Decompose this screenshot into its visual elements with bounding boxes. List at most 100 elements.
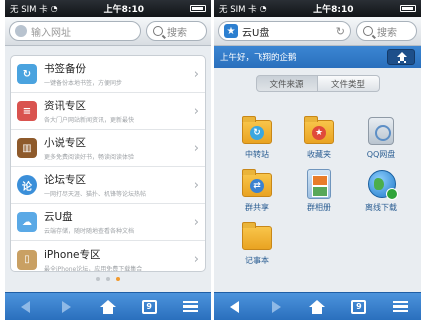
- home-screen: 无 SIM 卡 ◔ 上午8:10 输入网址 搜索 ↻ 书签备份 一键备份本地书签，方…: [5, 0, 211, 320]
- page-indicator[interactable]: [5, 277, 211, 281]
- list-item-novels[interactable]: ▥ 小说专区 更多免费阅读好书，畅读阅读体验 ›: [11, 130, 205, 167]
- chevron-right-icon: ›: [193, 252, 199, 267]
- back-button[interactable]: [224, 296, 246, 318]
- search-input[interactable]: 搜索: [146, 21, 207, 41]
- chevron-right-icon: ›: [193, 103, 199, 119]
- item-title: 小说专区: [44, 137, 86, 149]
- iphone-icon: ▯: [17, 249, 37, 270]
- folder-transfer[interactable]: ↻ 中转站: [234, 115, 280, 160]
- url-input[interactable]: 输入网址: [9, 21, 141, 41]
- list-item-cloud-drive[interactable]: ☁ 云U盘 云端存储，随时随地查看各种文档 ›: [11, 204, 205, 241]
- bottom-toolbar: 9: [214, 292, 421, 320]
- cloud-drive-icon: ☁: [17, 212, 37, 232]
- url-value: 云U盘: [242, 27, 270, 39]
- menu-button[interactable]: [179, 296, 201, 318]
- chevron-right-icon: ›: [193, 66, 199, 82]
- greeting-text: 上午好，飞翔的企鹅: [220, 53, 297, 63]
- folder-group-album[interactable]: 群相册: [296, 168, 342, 213]
- chevron-right-icon: ›: [193, 177, 199, 193]
- upload-button[interactable]: [387, 49, 415, 65]
- tab-file-type[interactable]: 文件类型: [317, 75, 380, 92]
- item-subtitle: 一键备份本地书签，方便同步: [44, 80, 123, 87]
- battery-icon: [399, 5, 416, 12]
- tabs-count: 9: [141, 299, 157, 314]
- news-icon: ≡: [17, 101, 37, 121]
- group-album-icon: [307, 169, 331, 199]
- clock: 上午8:10: [313, 5, 354, 15]
- status-bar: 无 SIM 卡 ◔ 上午8:10: [214, 0, 421, 17]
- folder-label: QQ网盘: [366, 150, 396, 159]
- forward-button[interactable]: [56, 296, 78, 318]
- list-item-news[interactable]: ≡ 资讯专区 各大门户网站新闻资讯，更新最快 ›: [11, 93, 205, 130]
- battery-icon: [189, 5, 206, 12]
- notepad-folder-icon: [242, 222, 272, 250]
- carrier-label: 无 SIM 卡: [10, 4, 48, 15]
- search-icon: [363, 26, 373, 36]
- folder-label: 群相册: [307, 203, 331, 212]
- list-item-bookmarks[interactable]: ↻ 书签备份 一键备份本地书签，方便同步 ›: [11, 56, 205, 93]
- item-subtitle: 最全iPhone论坛，应用免费下载集合: [44, 265, 143, 272]
- status-bar: 无 SIM 卡 ◔ 上午8:10: [5, 0, 211, 17]
- chevron-right-icon: ›: [193, 140, 199, 156]
- folder-qq-disk[interactable]: QQ网盘: [358, 115, 404, 160]
- page-dot-active: [116, 277, 120, 281]
- item-subtitle: 云端存储，随时随地查看各种文档: [44, 228, 135, 235]
- folder-label: 收藏夹: [307, 150, 331, 159]
- wifi-icon: ◔: [50, 4, 58, 13]
- item-subtitle: 一网打尽天涯、猫扑、机锋等论坛热帖: [44, 191, 147, 198]
- search-bar: ★ 云U盘 ↻ 搜索: [214, 17, 421, 46]
- folder-grid: ↻ 中转站 ★ 收藏夹 QQ网盘 ⇄ 群共享 群相册 离线下载 记事本: [234, 115, 404, 274]
- list-item-iphone[interactable]: ▯ iPhone专区最全iPhone论坛，应用免费下载集合 ›: [11, 241, 205, 272]
- page-dot: [106, 277, 110, 281]
- globe-icon: [15, 25, 27, 37]
- greeting-bar: 上午好，飞翔的企鹅: [214, 46, 421, 68]
- forward-icon: [271, 300, 281, 313]
- forward-icon: [62, 300, 72, 313]
- search-label: 搜索: [167, 27, 187, 39]
- home-button[interactable]: [306, 296, 328, 318]
- folder-label: 离线下载: [365, 203, 397, 212]
- item-title: 论坛专区: [44, 174, 86, 186]
- folder-label: 中转站: [245, 150, 269, 159]
- item-title: 资讯专区: [44, 100, 86, 112]
- folder-favorites[interactable]: ★ 收藏夹: [296, 115, 342, 160]
- search-bar: 输入网址 搜索: [5, 17, 211, 46]
- search-icon: [153, 26, 163, 36]
- forum-icon: 论: [17, 175, 37, 195]
- menu-icon: [182, 300, 198, 313]
- tabs-count: 9: [351, 299, 367, 314]
- home-button[interactable]: [97, 296, 119, 318]
- star-icon: ★: [224, 24, 238, 38]
- back-icon: [21, 300, 31, 313]
- item-title: iPhone专区: [44, 248, 101, 261]
- bottom-toolbar: 9: [5, 292, 211, 320]
- folder-offline-download[interactable]: 离线下载: [358, 168, 404, 213]
- folder-group-share[interactable]: ⇄ 群共享: [234, 168, 280, 213]
- cloud-drive-screen: 无 SIM 卡 ◔ 上午8:10 ★ 云U盘 ↻ 搜索 上午好，飞翔的企鹅 文件来…: [214, 0, 421, 320]
- back-button[interactable]: [15, 296, 37, 318]
- search-label: 搜索: [377, 27, 397, 39]
- folder-label: 群共享: [245, 203, 269, 212]
- back-icon: [230, 300, 240, 313]
- clock: 上午8:10: [103, 5, 144, 15]
- bookmark-icon: ↻: [17, 64, 37, 84]
- wifi-icon: ◔: [259, 4, 267, 13]
- forward-button[interactable]: [265, 296, 287, 318]
- home-icon: [99, 299, 116, 314]
- chevron-right-icon: ›: [193, 214, 199, 230]
- tabs-button[interactable]: 9: [138, 296, 160, 318]
- search-input[interactable]: 搜索: [356, 21, 417, 41]
- list-item-forum[interactable]: 论 论坛专区一网打尽天涯、猫扑、机锋等论坛热帖 ›: [11, 167, 205, 204]
- tab-file-source[interactable]: 文件来源: [255, 75, 318, 92]
- folder-notepad[interactable]: 记事本: [234, 221, 280, 266]
- menu-button[interactable]: [389, 296, 411, 318]
- menu-icon: [392, 300, 408, 313]
- tabs-button[interactable]: 9: [348, 296, 370, 318]
- carrier-label: 无 SIM 卡: [219, 4, 257, 15]
- url-placeholder: 输入网址: [31, 27, 71, 39]
- reload-icon[interactable]: ↻: [336, 25, 345, 38]
- url-input[interactable]: ★ 云U盘 ↻: [218, 21, 351, 41]
- qq-disk-icon: [368, 117, 394, 145]
- folder-label: 记事本: [245, 256, 269, 265]
- home-icon: [309, 299, 326, 314]
